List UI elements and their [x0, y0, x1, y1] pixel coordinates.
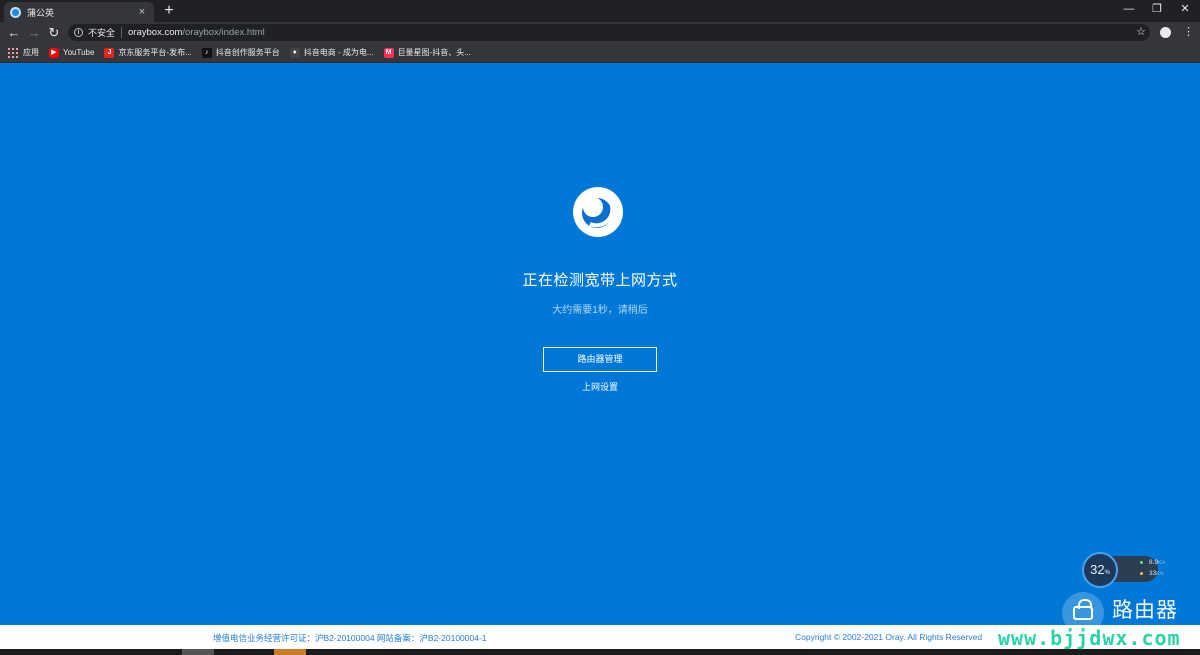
- url-host: oraybox.com: [128, 27, 183, 38]
- bookmark-label: YouTube: [63, 48, 95, 57]
- oray-logo-icon: [573, 187, 623, 237]
- cpu-percent-unit: %: [1104, 570, 1110, 576]
- bookmark-label: 巨量星图-抖音、头...: [397, 48, 471, 57]
- bookmark-tiktok[interactable]: ♪ 抖音创作服务平台: [201, 47, 280, 58]
- tab-close-icon[interactable]: ×: [136, 6, 148, 18]
- bookmark-label: 抖音电商 - 成为电...: [303, 48, 374, 57]
- watermark-title: 路由器: [1112, 599, 1178, 622]
- lock-icon: [1073, 599, 1093, 620]
- bookmark-label: 抖音创作服务平台: [215, 48, 280, 57]
- copyright-text: Copyright © 2002-2021 Oray. All Rights R…: [795, 632, 983, 642]
- jd-icon: J: [104, 47, 115, 58]
- bookmark-jd[interactable]: J 京东服务平台-发布...: [104, 47, 192, 58]
- cpu-percent: 32: [1090, 562, 1105, 577]
- new-tab-button[interactable]: +: [160, 2, 178, 20]
- close-window-button[interactable]: ✕: [1170, 0, 1200, 20]
- browser-toolbar: ← → ↻ i 不安全 oraybox.com/oraybox/index.ht…: [0, 22, 1200, 43]
- tab-strip: 蒲公英 × + — ❐ ✕: [0, 0, 1200, 22]
- tiktok-icon: ♪: [201, 47, 212, 58]
- upload-dot-icon: [1140, 560, 1143, 564]
- download-dot-icon: [1140, 571, 1143, 575]
- upload-speed: 8.9K/s: [1140, 559, 1165, 566]
- security-label: 不安全: [88, 28, 116, 38]
- taskbar-item[interactable]: [274, 649, 306, 655]
- page-content: 正在检测宽带上网方式 大约需要1秒，请稍后 路由器管理 上网设置 8.9K/s …: [0, 64, 1200, 625]
- url-path: /oraybox/index.html: [182, 27, 265, 38]
- bookmark-xingtu[interactable]: M 巨量星图-抖音、头...: [383, 47, 471, 58]
- douyin-shop-icon: ♦: [289, 47, 300, 58]
- network-speed-widget[interactable]: 8.9K/s 33K/s 32%: [1082, 552, 1165, 588]
- xingtu-icon: M: [383, 47, 394, 58]
- browser-menu-icon[interactable]: ⋮: [1183, 22, 1194, 42]
- account-avatar-icon[interactable]: [1160, 27, 1171, 38]
- forward-button[interactable]: →: [24, 23, 44, 43]
- bookmark-douyin-shop[interactable]: ♦ 抖音电商 - 成为电...: [289, 47, 374, 58]
- page-title: 正在检测宽带上网方式: [522, 272, 678, 289]
- browser-tab[interactable]: 蒲公英 ×: [4, 2, 154, 22]
- minimize-button[interactable]: —: [1114, 0, 1144, 20]
- network-settings-link[interactable]: 上网设置: [0, 380, 1200, 393]
- reload-button[interactable]: ↻: [44, 23, 64, 43]
- restore-button[interactable]: ❐: [1142, 0, 1172, 20]
- tab-title: 蒲公英: [27, 7, 55, 18]
- youtube-icon: ▶: [49, 47, 59, 58]
- cpu-usage-gauge: 32%: [1082, 552, 1118, 588]
- taskbar-item[interactable]: [182, 649, 214, 655]
- watermark-domain: www.bjjdwx.com: [998, 626, 1181, 650]
- address-bar[interactable]: i 不安全 oraybox.com/oraybox/index.html: [68, 24, 1150, 41]
- bookmark-label: 应用: [23, 48, 39, 57]
- license-text: 增值电信业务经营许可证：沪B2-20100004 网站备案：沪B2-201000…: [213, 633, 487, 643]
- bookmark-youtube[interactable]: ▶ YouTube: [49, 47, 95, 58]
- info-icon[interactable]: i: [74, 28, 83, 37]
- bookmark-star-icon[interactable]: ☆: [1134, 22, 1148, 42]
- bookmark-apps[interactable]: 应用: [8, 47, 39, 58]
- status-text: 大约需要1秒，请稍后: [552, 305, 648, 316]
- bookmark-label: 京东服务平台-发布...: [118, 48, 192, 57]
- download-speed: 33K/s: [1140, 570, 1163, 577]
- router-management-button[interactable]: 路由器管理: [543, 347, 657, 372]
- divider: [121, 27, 123, 38]
- apps-grid-icon: [8, 47, 18, 58]
- back-button[interactable]: ←: [4, 23, 24, 43]
- oray-favicon-icon: [10, 6, 21, 18]
- bookmarks-bar: 应用 ▶ YouTube J 京东服务平台-发布... ♪ 抖音创作服务平台 ♦…: [0, 43, 1200, 63]
